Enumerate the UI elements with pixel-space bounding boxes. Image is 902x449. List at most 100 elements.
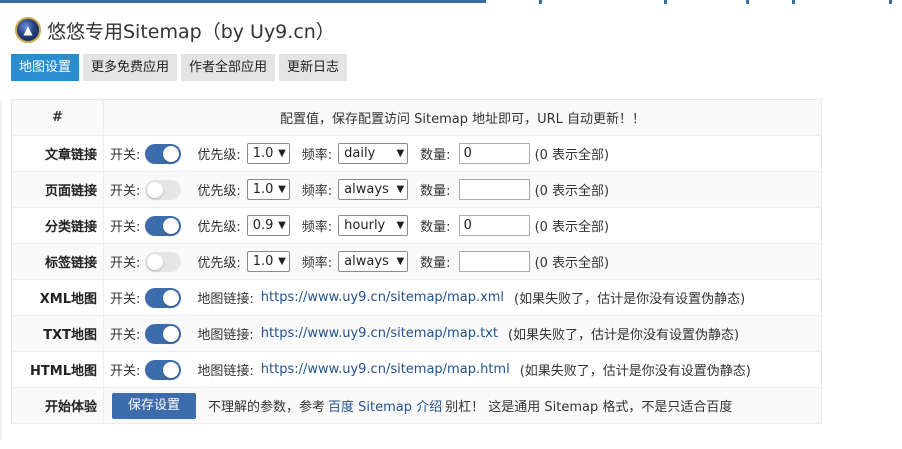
tab-more-free-apps[interactable]: 更多免费应用 (83, 54, 178, 81)
freq-label: 频率: (301, 220, 333, 235)
top-accent-bar (0, 0, 486, 3)
toggle-knob (163, 217, 180, 234)
chevron-down-icon: ▼ (278, 220, 286, 231)
map-link-label: 地图链接: (197, 364, 254, 379)
category-toggle[interactable] (145, 215, 182, 236)
freq-label: 频率: (301, 184, 333, 199)
settings-row-html-map: HTML地图 开关: 地图链接: https://www.uy9.cn/site… (11, 351, 822, 388)
toggle-knob (147, 253, 164, 270)
priority-label: 优先级: (197, 148, 241, 163)
count-note: (0 表示全部) (534, 148, 610, 163)
html-map-link[interactable]: https://www.uy9.cn/sitemap/map.html (261, 362, 510, 377)
settings-row-txt-map: TXT地图 开关: 地图链接: https://www.uy9.cn/sitem… (11, 315, 822, 352)
tag-count-input[interactable] (458, 251, 530, 272)
header-row: # 配置值，保存配置访问 Sitemap 地址即可，URL 自动更新！！ (11, 99, 822, 136)
tab-author-apps[interactable]: 作者全部应用 (181, 54, 276, 81)
select-value: hourly (344, 218, 386, 233)
select-value: 0.9 (252, 218, 274, 233)
count-label: 数量: (420, 148, 451, 163)
category-priority-select[interactable]: 0.9 ▼ (246, 215, 290, 236)
tab-changelog[interactable]: 更新日志 (279, 54, 348, 81)
save-settings-button[interactable]: 保存设置 (112, 392, 197, 419)
left-edge (0, 100, 2, 440)
toggle-knob (163, 325, 180, 342)
baidu-sitemap-link[interactable]: 百度 Sitemap 介绍 (328, 396, 442, 415)
count-label: 数量: (420, 184, 451, 199)
article-priority-select[interactable]: 1.0 ▼ (246, 143, 290, 164)
settings-row-xml-map: XML地图 开关: 地图链接: https://www.uy9.cn/sitem… (11, 279, 822, 316)
page-count-input[interactable] (458, 179, 530, 200)
chevron-down-icon: ▼ (278, 256, 286, 267)
html-map-toggle[interactable] (145, 359, 182, 380)
priority-label: 优先级: (197, 184, 241, 199)
switch-label: 开关: (110, 292, 141, 307)
map-link-label: 地图链接: (197, 328, 254, 343)
article-freq-select[interactable]: daily ▼ (338, 143, 409, 164)
toggle-knob (163, 289, 180, 306)
count-label: 数量: (420, 256, 451, 271)
switch-label: 开关: (110, 328, 141, 343)
select-value: always (344, 182, 389, 197)
select-value: 1.0 (252, 146, 274, 161)
xml-map-link[interactable]: https://www.uy9.cn/sitemap/map.xml (261, 290, 504, 305)
chevron-down-icon: ▼ (396, 220, 405, 231)
settings-row-tag: 标签链接 开关: 优先级: 1.0 ▼ 频率: always ▼ 数量: (0 表示… (11, 243, 822, 280)
row-label: 文章链接 (11, 135, 104, 172)
select-value: 1.0 (252, 182, 274, 197)
config-header-text: 配置值，保存配置访问 Sitemap 地址即可，URL 自动更新！！ (103, 99, 822, 136)
chevron-down-icon: ▼ (278, 148, 286, 159)
priority-label: 优先级: (197, 220, 241, 235)
txt-map-link[interactable]: https://www.uy9.cn/sitemap/map.txt (261, 326, 498, 341)
top-tick (792, 0, 795, 4)
switch-label: 开关: (110, 220, 141, 235)
map-note: (如果失败了，估计是你没有设置伪静态) (519, 364, 751, 379)
row-label: 标签链接 (11, 243, 104, 280)
xml-map-toggle[interactable] (145, 287, 182, 308)
priority-label: 优先级: (197, 256, 241, 271)
category-freq-select[interactable]: hourly ▼ (338, 215, 409, 236)
article-toggle[interactable] (145, 143, 182, 164)
row-label: XML地图 (11, 279, 104, 316)
help-text: 不理解的参数，参考 (208, 400, 326, 415)
top-tick (889, 0, 892, 4)
chevron-down-icon: ▼ (396, 184, 405, 195)
help-text-tail: 别杠！ 这是通用 Sitemap 格式，不是只适合百度 (445, 400, 733, 415)
row-label: 页面链接 (11, 171, 104, 208)
tag-toggle[interactable] (145, 251, 182, 272)
map-link-label: 地图链接: (197, 292, 254, 307)
category-count-input[interactable]: 0 (458, 215, 530, 236)
count-note: (0 表示全部) (534, 256, 610, 271)
select-value: always (344, 254, 389, 269)
chevron-down-icon: ▼ (396, 148, 405, 159)
tab-map-settings[interactable]: 地图设置 (11, 54, 80, 81)
settings-row-category: 分类链接 开关: 优先级: 0.9 ▼ 频率: hourly ▼ 数量: 0 (0 … (11, 207, 822, 244)
tag-priority-select[interactable]: 1.0 ▼ (246, 251, 290, 272)
chevron-down-icon: ▼ (278, 184, 286, 195)
toggle-knob (163, 145, 180, 162)
article-count-input[interactable]: 0 (458, 143, 530, 164)
page-freq-select[interactable]: always ▼ (338, 179, 409, 200)
hash-header: # (11, 99, 104, 136)
row-label: 开始体验 (11, 387, 104, 424)
switch-label: 开关: (110, 256, 141, 271)
toggle-knob (147, 181, 164, 198)
page-priority-select[interactable]: 1.0 ▼ (246, 179, 290, 200)
txt-map-toggle[interactable] (145, 323, 182, 344)
map-note: (如果失败了，估计是你没有设置伪静态) (507, 328, 740, 343)
count-note: (0 表示全部) (534, 184, 610, 199)
count-note: (0 表示全部) (534, 220, 610, 235)
switch-label: 开关: (110, 364, 141, 379)
select-value: daily (344, 146, 376, 161)
page-title: 悠悠专用Sitemap（by Uy9.cn） (47, 20, 335, 43)
tag-freq-select[interactable]: always ▼ (338, 251, 409, 272)
select-value: 1.0 (252, 254, 274, 269)
row-label: HTML地图 (11, 351, 104, 388)
page-toggle[interactable] (145, 179, 182, 200)
settings-row-article: 文章链接 开关: 优先级: 1.0 ▼ 频率: daily ▼ 数量: 0 (0 表… (11, 135, 822, 172)
toggle-knob (163, 361, 180, 378)
switch-label: 开关: (110, 148, 141, 163)
freq-label: 频率: (301, 256, 333, 271)
map-note: (如果失败了，估计是你没有设置伪静态) (514, 292, 746, 307)
top-tick (539, 0, 542, 4)
settings-table: # 配置值，保存配置访问 Sitemap 地址即可，URL 自动更新！！ 文章链… (11, 99, 822, 424)
